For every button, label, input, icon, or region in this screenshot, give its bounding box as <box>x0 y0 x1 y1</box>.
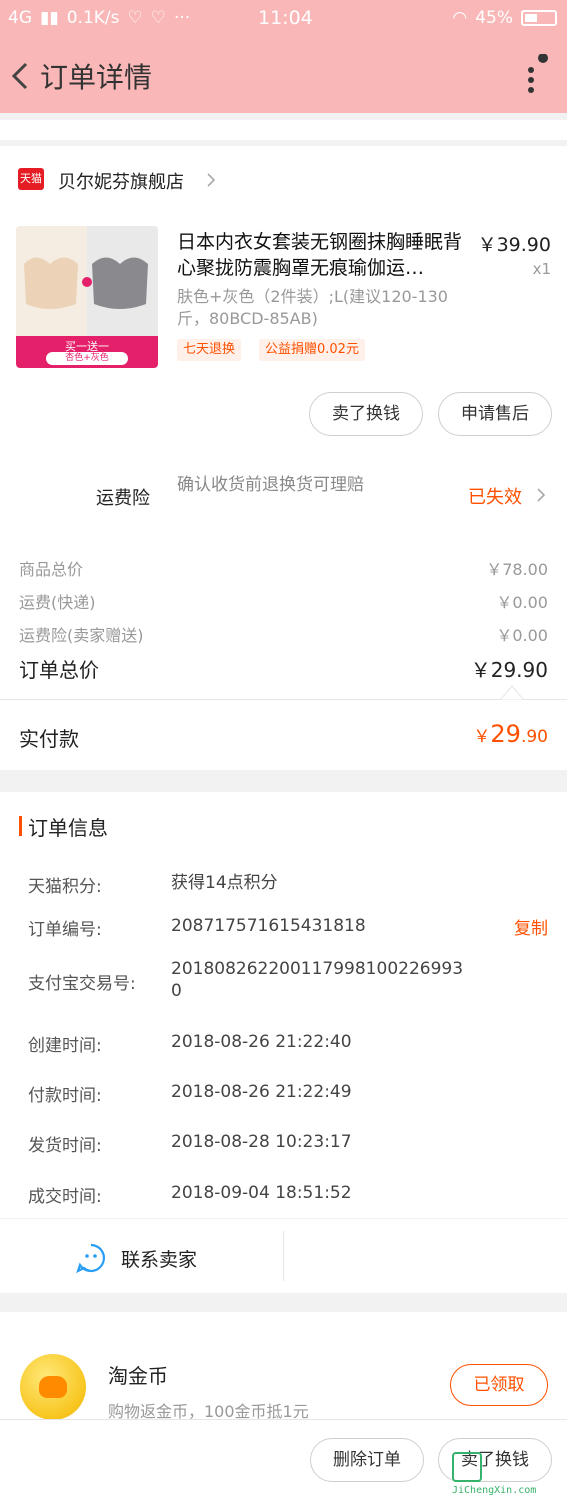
chat-smile-icon[interactable] <box>76 1243 106 1273</box>
paid-integer: 29 <box>490 720 521 748</box>
divider <box>0 1419 567 1420</box>
alipay-trade-number: 2018082622001179981002269930 <box>171 959 464 1001</box>
clock: 11:04 <box>258 7 313 29</box>
site-watermark: JiChengXin.com <box>452 1452 562 1498</box>
battery-percent: 45% <box>475 8 513 28</box>
copy-button[interactable]: 复制 <box>514 914 548 939</box>
product-quantity: x1 <box>532 260 551 278</box>
back-arrow-icon[interactable] <box>6 56 38 96</box>
info-value: 2018-08-28 10:23:17 <box>171 1132 352 1152</box>
thumb-banner: 买一送一 杏色+灰色 <box>16 336 158 368</box>
thumb-banner-sub: 杏色+灰色 <box>46 352 128 365</box>
paid-currency: ￥ <box>473 727 491 747</box>
net-speed: 0.1K/s <box>66 8 120 28</box>
info-label: 付款时间: <box>28 1086 102 1106</box>
gold-coin-icon <box>20 1354 86 1420</box>
price-row-value: ￥0.00 <box>496 593 548 612</box>
coin-title: 淘金币 <box>108 1364 168 1388</box>
page-title: 订单详情 <box>40 61 153 94</box>
watermark-logo <box>452 1452 482 1482</box>
top-bar: 4G ▮▮ 0.1K/s ♡ ♡ ··· 11:04 ◠ 45% 订单详情 <box>0 0 567 113</box>
info-value: 获得14点积分 <box>171 873 278 893</box>
tag-charity: 公益捐赠0.02元 <box>259 339 365 361</box>
info-value: 2018-08-26 21:22:49 <box>171 1082 352 1102</box>
info-value: 2018-09-04 18:51:52 <box>171 1183 352 1203</box>
contact-bar: 联系卖家 <box>0 1219 567 1293</box>
order-total-value: ￥29.90 <box>470 658 548 682</box>
product-thumbnail[interactable]: 买一送一 杏色+灰色 <box>16 226 158 368</box>
product-price: ￥39.90 <box>477 234 551 256</box>
paid-amount: ￥29.90 <box>473 720 548 748</box>
info-label: 天猫积分: <box>28 877 102 897</box>
notification-icon-2: ♡ <box>150 8 166 28</box>
chevron-right-icon[interactable] <box>206 172 216 188</box>
paid-decimal: .90 <box>520 727 548 747</box>
tmall-badge: 天猫 <box>18 168 44 190</box>
status-bar: 4G ▮▮ 0.1K/s ♡ ♡ ··· 11:04 ◠ 45% <box>0 0 567 40</box>
contact-seller-button[interactable]: 联系卖家 <box>121 1245 197 1272</box>
watermark-text: JiChengXin.com <box>452 1485 537 1496</box>
order-info-card: 订单信息 天猫积分: 获得14点积分 订单编号: 208717571615431… <box>0 792 567 1218</box>
order-number: 208717571615431818 <box>171 916 366 936</box>
notification-icon: ♡ <box>127 8 143 28</box>
more-menu-icon[interactable] <box>519 54 549 98</box>
insurance-desc: 确认收货前退换货可理赔 <box>177 475 364 495</box>
store-name[interactable]: 贝尔妮芬旗舰店 <box>58 168 184 194</box>
paid-label: 实付款 <box>19 727 79 751</box>
price-row-value: ￥0.00 <box>496 626 548 645</box>
price-row-value: ￥78.00 <box>486 560 548 579</box>
info-label: 成交时间: <box>28 1187 102 1207</box>
info-label: 发货时间: <box>28 1136 102 1156</box>
order-total-label: 订单总价 <box>19 658 99 682</box>
wifi-icon: ◠ <box>452 8 468 28</box>
claimed-button[interactable]: 已领取 <box>450 1364 548 1406</box>
divider <box>0 699 567 700</box>
info-value: 2018-08-26 21:22:40 <box>171 1032 352 1052</box>
section-accent-bar <box>19 816 22 836</box>
price-row-label: 运费险(卖家赠送) <box>19 626 144 645</box>
insurance-status[interactable]: 已失效 <box>468 483 522 509</box>
order-card: 天猫 贝尔妮芬旗舰店 买一送一 杏色+灰色 日本内衣女套装无钢圈抹胸睡眠背心聚拢… <box>0 146 567 770</box>
product-spec: 肤色+灰色（2件装）;L(建议120-130斤，80BCD-85AB) <box>177 287 448 328</box>
network-label: 4G <box>8 8 32 28</box>
after-sale-button[interactable]: 申请售后 <box>438 392 552 436</box>
order-info-title: 订单信息 <box>28 816 108 840</box>
price-row-label: 运费(快递) <box>19 593 96 612</box>
sell-button[interactable]: 卖了换钱 <box>309 392 423 436</box>
chevron-right-icon[interactable] <box>536 487 546 503</box>
product-title[interactable]: 日本内衣女套装无钢圈抹胸睡眠背心聚拢防震胸罩无痕瑜伽运… <box>177 229 465 281</box>
insurance-label: 运费险 <box>96 488 150 509</box>
signal-icon: ▮▮ <box>40 8 59 28</box>
delete-order-button[interactable]: 删除订单 <box>310 1438 424 1482</box>
nav-header: 订单详情 <box>0 48 567 106</box>
order-detail-screen: 4G ▮▮ 0.1K/s ♡ ♡ ··· 11:04 ◠ 45% 订单详情 天猫… <box>0 0 567 1500</box>
tag-seven-day-return: 七天退换 <box>177 339 242 361</box>
product-image <box>16 226 158 336</box>
battery-icon <box>521 10 557 26</box>
price-row-label: 商品总价 <box>19 560 84 579</box>
info-label: 订单编号: <box>28 920 102 940</box>
top-strip <box>0 120 567 140</box>
coin-mascot <box>39 1376 67 1398</box>
info-label: 创建时间: <box>28 1036 102 1056</box>
info-label: 支付宝交易号: <box>28 974 136 994</box>
more-notifications-icon: ··· <box>174 8 191 28</box>
pointer-notch-icon <box>500 685 524 700</box>
divider <box>283 1231 284 1281</box>
